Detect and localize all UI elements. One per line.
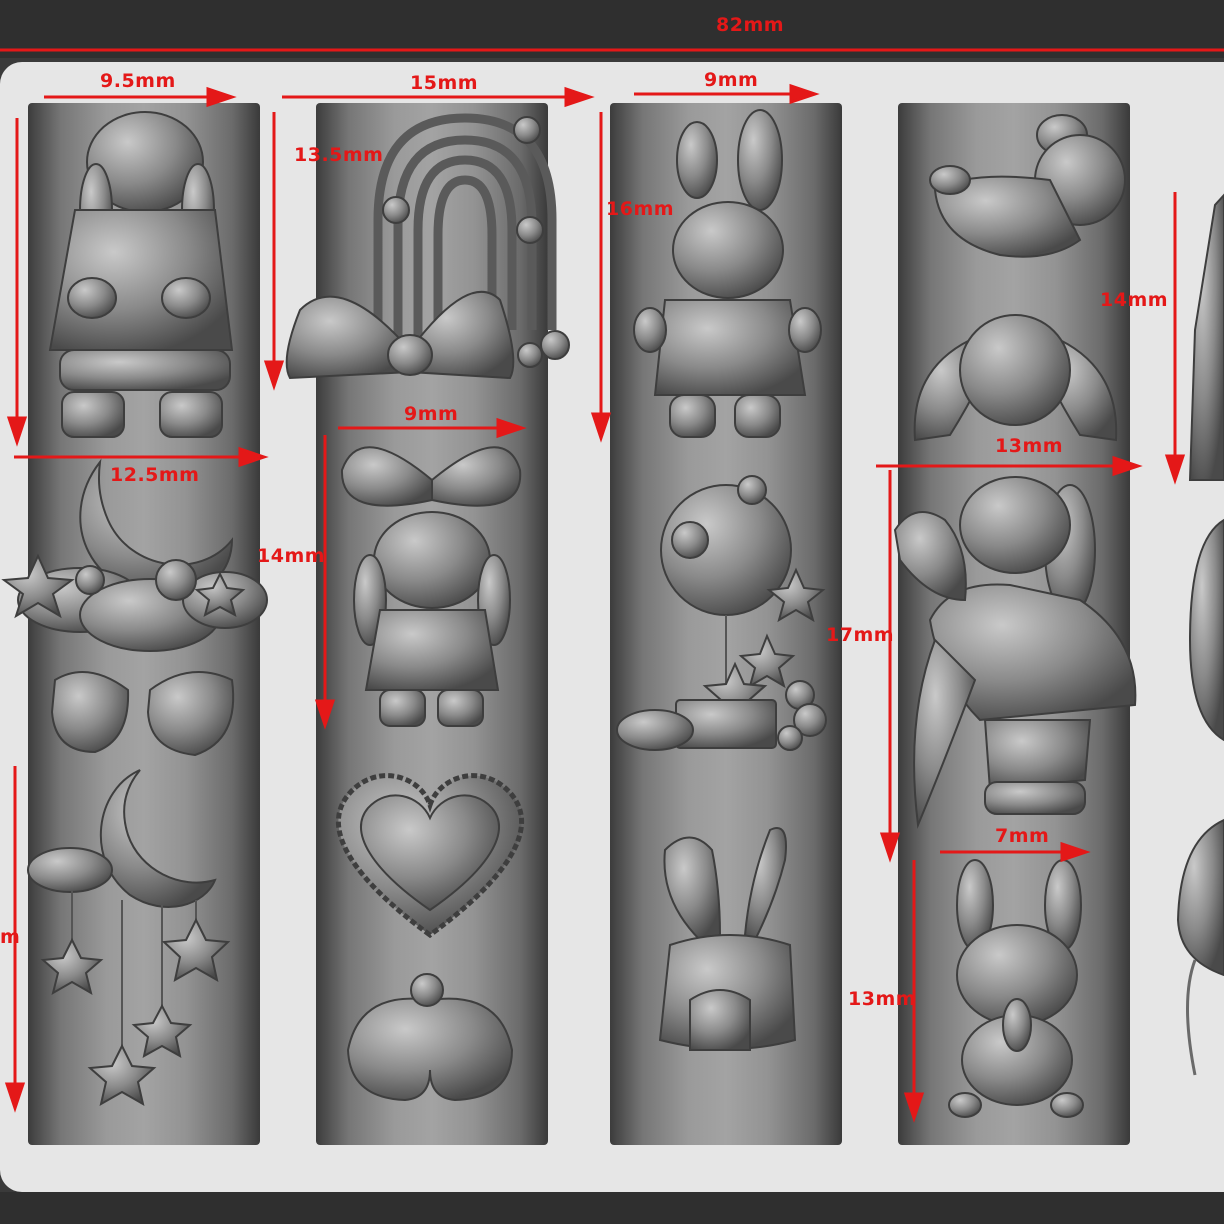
- dimension-label: 14mm: [257, 545, 326, 567]
- dimension-label: 12.5mm: [110, 464, 200, 486]
- dimension-label: 13mm: [848, 988, 917, 1010]
- dimension-label: 7mm: [995, 825, 1050, 847]
- dimension-label: 14mm: [1100, 289, 1169, 311]
- dimension-label: 17mm: [826, 624, 895, 646]
- dimension-label: 15mm: [410, 72, 479, 94]
- dimension-label: 16mm: [606, 198, 675, 220]
- mold-dimension-sheet: 82mm 9.5mm 15mm 9mm 13.5mm 16mm 14mm 12.…: [0, 0, 1224, 1224]
- dimension-arrows: [0, 48, 1224, 1123]
- dimension-label: 13mm: [995, 435, 1064, 457]
- dimension-label: 9mm: [404, 403, 459, 425]
- overall-width-label: 82mm: [716, 14, 785, 36]
- dimension-label: m: [0, 926, 21, 948]
- dimension-label: 9.5mm: [100, 70, 176, 92]
- dimension-label: 9mm: [704, 69, 759, 91]
- dimension-label: 13.5mm: [294, 144, 384, 166]
